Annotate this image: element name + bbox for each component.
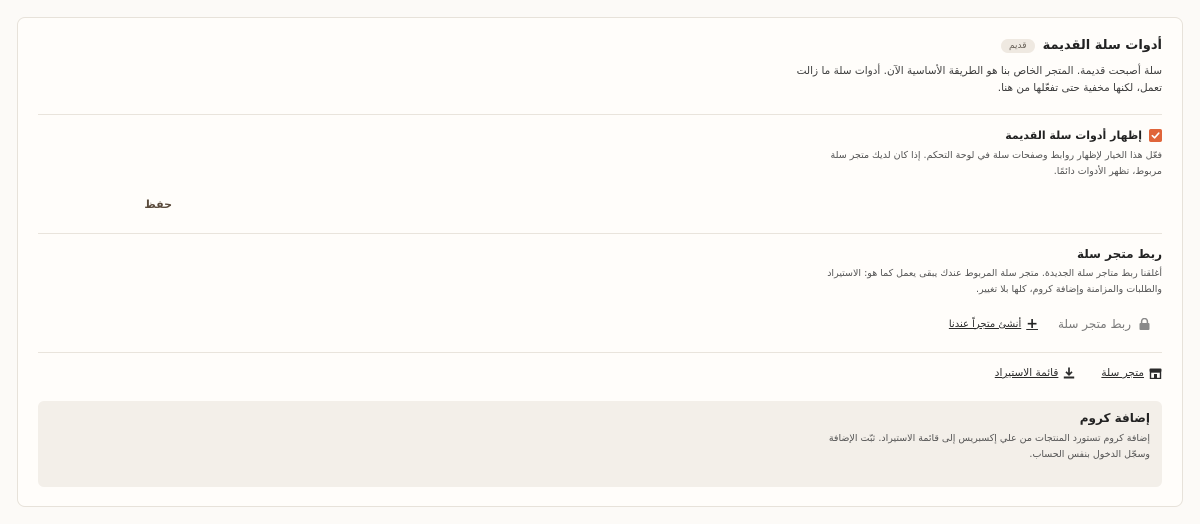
connect-title: ربط متجر سلة xyxy=(1076,247,1162,261)
chrome-description-line1: إضافة كروم تستورد المنتجات من علي إكسبري… xyxy=(828,433,1150,444)
create-store-link[interactable]: + أنشئ متجراً عندنا xyxy=(949,316,1038,332)
check-icon xyxy=(1151,132,1160,139)
connect-description-line1: أغلقنا ربط متاجر سلة الجديدة. متجر سلة ا… xyxy=(827,268,1162,279)
connect-actions: ربط متجر سلة + أنشئ متجراً عندنا xyxy=(38,316,1162,332)
import-list-link[interactable]: قائمة الاستيراد xyxy=(995,367,1076,379)
chrome-description: إضافة كروم تستورد المنتجات من علي إكسبري… xyxy=(50,431,1150,463)
connect-section: ربط متجر سلة أغلقنا ربط متاجر سلة الجديد… xyxy=(38,247,1162,332)
links-section: متجر سلة قائمة الاستيراد xyxy=(38,367,1162,379)
create-store-label: أنشئ متجراً عندنا xyxy=(948,318,1022,330)
store-icon xyxy=(1149,368,1162,379)
connect-description-line2: والطلبات والمزامنة وإضافة كروم، كلها بلا… xyxy=(975,284,1162,295)
toggle-description-line1: فعّل هذا الخيار لإظهار روابط وصفحات سلة … xyxy=(830,150,1162,161)
import-list-label: قائمة الاستيراد xyxy=(994,367,1059,379)
legacy-badge: قديم xyxy=(1001,38,1035,53)
show-legacy-label[interactable]: إظهار أدوات سلة القديمة xyxy=(1005,129,1142,142)
legacy-tools-card: أدوات سلة القديمة قديم سلة أصبحت قديمة. … xyxy=(17,17,1183,507)
legacy-description-line2: تعمل، لكنها مخفية حتى تفعّلها من هنا. xyxy=(997,82,1162,94)
download-icon xyxy=(1064,367,1075,379)
show-legacy-checkbox[interactable] xyxy=(1149,129,1162,142)
plus-icon: + xyxy=(1026,316,1038,332)
connect-store-button[interactable]: ربط متجر سلة xyxy=(1058,317,1150,331)
divider-2 xyxy=(38,233,1162,234)
lock-icon xyxy=(1139,318,1150,330)
legacy-title: أدوات سلة القديمة xyxy=(1042,38,1162,53)
store-link[interactable]: متجر سلة xyxy=(1101,367,1162,379)
divider-3 xyxy=(38,352,1162,353)
divider-1 xyxy=(38,114,1162,115)
legacy-header-section: أدوات سلة القديمة قديم سلة أصبحت قديمة. … xyxy=(38,38,1162,97)
toggle-description: فعّل هذا الخيار لإظهار روابط وصفحات سلة … xyxy=(38,148,1162,180)
legacy-description-line1: سلة أصبحت قديمة. المتجر الخاص بنا هو الط… xyxy=(796,65,1162,77)
toggle-description-line2: مربوط، تظهر الأدوات دائمًا. xyxy=(1053,166,1162,177)
save-button[interactable]: حفظ xyxy=(144,198,172,211)
chrome-description-line2: وسجّل الدخول بنفس الحساب. xyxy=(1029,449,1150,460)
chrome-extension-box: إضافة كروم إضافة كروم تستورد المنتجات من… xyxy=(38,401,1162,487)
toggle-section: إظهار أدوات سلة القديمة فعّل هذا الخيار … xyxy=(38,129,1162,180)
legacy-description: سلة أصبحت قديمة. المتجر الخاص بنا هو الط… xyxy=(38,63,1162,97)
chrome-title: إضافة كروم xyxy=(1079,411,1150,425)
store-link-label: متجر سلة xyxy=(1101,367,1144,379)
connect-store-label: ربط متجر سلة xyxy=(1057,317,1131,331)
connect-description: أغلقنا ربط متاجر سلة الجديدة. متجر سلة ا… xyxy=(38,266,1162,298)
